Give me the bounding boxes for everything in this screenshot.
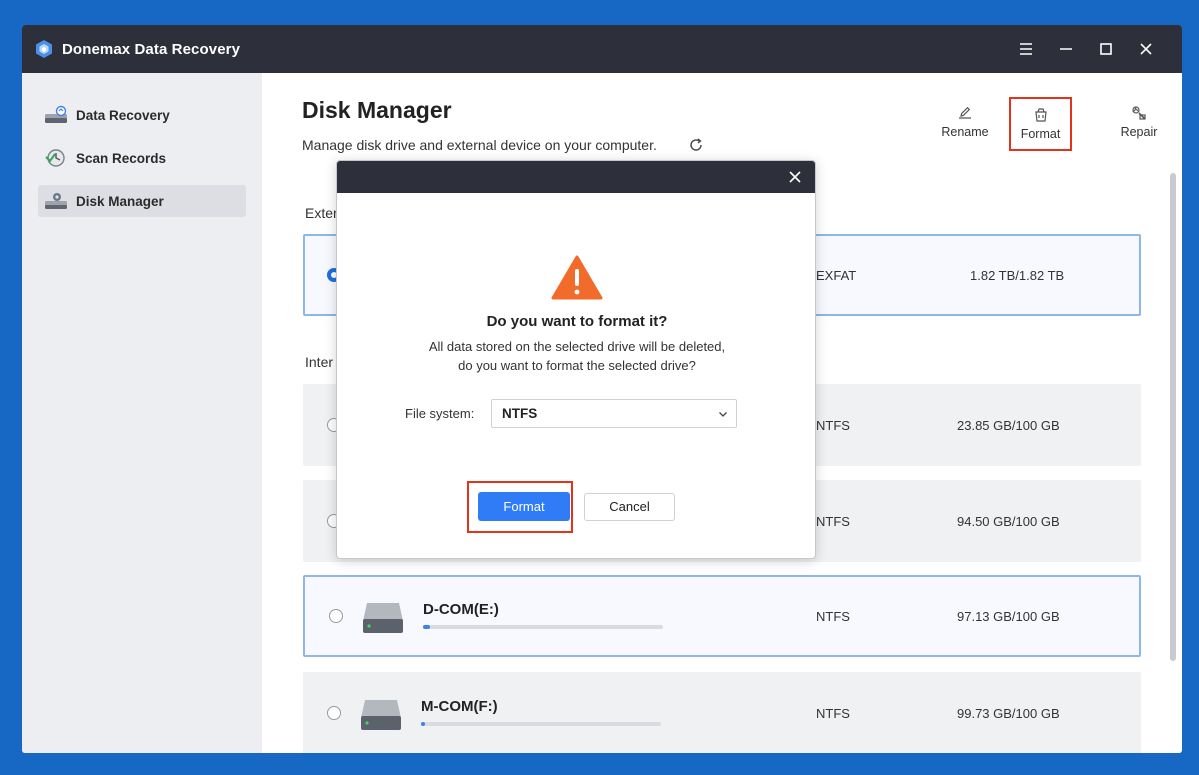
external-section-label: Exter — [305, 205, 338, 221]
sidebar-item-disk-manager[interactable]: Disk Manager — [38, 185, 246, 217]
format-dialog: Do you want to format it? All data store… — [336, 160, 816, 559]
close-window-icon[interactable] — [1136, 39, 1156, 59]
drive-usage-fill — [423, 625, 431, 629]
drive-capacity: 97.13 GB/100 GB — [957, 609, 1060, 624]
warning-icon — [551, 255, 603, 300]
sidebar-item-label: Data Recovery — [76, 108, 170, 123]
drive-capacity: 23.85 GB/100 GB — [957, 418, 1060, 433]
cancel-button[interactable]: Cancel — [584, 493, 675, 521]
refresh-icon[interactable] — [688, 137, 704, 153]
format-label: Format — [1020, 127, 1061, 141]
internal-section-label: Inter — [305, 354, 334, 370]
drive-usage-fill — [421, 722, 425, 726]
minimize-icon[interactable] — [1056, 39, 1076, 59]
sidebar-item-data-recovery[interactable]: Data Recovery — [38, 99, 246, 131]
drive-capacity: 1.82 TB/1.82 TB — [970, 268, 1065, 283]
rename-button[interactable]: Rename — [940, 97, 990, 151]
format-button[interactable]: Format — [478, 492, 570, 521]
repair-label: Repair — [1120, 125, 1158, 139]
sidebar: Data Recovery Scan Records Disk Manager — [22, 73, 262, 753]
vertical-scrollbar[interactable] — [1170, 173, 1176, 661]
sidebar-item-scan-records[interactable]: Scan Records — [38, 142, 246, 174]
page-title: Disk Manager — [302, 97, 452, 123]
maximize-icon[interactable] — [1096, 39, 1116, 59]
dialog-message: All data stored on the selected drive wi… — [337, 337, 815, 375]
app-title: Donemax Data Recovery — [62, 41, 241, 58]
drive-radio[interactable] — [329, 609, 343, 623]
dialog-message-line: do you want to format the selected drive… — [458, 358, 696, 373]
scan-records-icon — [45, 149, 65, 167]
repair-icon — [1132, 106, 1146, 120]
disk-manager-icon — [45, 193, 67, 209]
hard-drive-icon — [361, 700, 401, 730]
format-icon — [1034, 108, 1047, 122]
drive-name: M-COM(F:) — [421, 698, 498, 715]
drive-radio[interactable] — [327, 706, 341, 720]
rename-label: Rename — [941, 125, 989, 139]
close-icon[interactable] — [787, 169, 803, 185]
chevron-down-icon — [719, 412, 727, 417]
drive-recovery-icon — [45, 105, 67, 123]
file-system-select[interactable]: NTFS — [491, 399, 737, 428]
rename-icon — [959, 106, 971, 119]
drive-usage-bar — [423, 625, 663, 629]
page-subtitle: Manage disk drive and external device on… — [302, 137, 657, 153]
drive-file-system: NTFS — [816, 418, 850, 433]
app-logo-icon — [36, 40, 52, 58]
drive-file-system: EXFAT — [816, 268, 857, 283]
dialog-message-line: All data stored on the selected drive wi… — [428, 339, 726, 354]
hard-drive-icon — [363, 603, 403, 633]
drive-file-system: NTFS — [816, 514, 850, 529]
drive-row[interactable]: M-COM(F:) NTFS 99.73 GB/100 GB — [303, 672, 1141, 753]
repair-button[interactable]: Repair — [1114, 97, 1164, 151]
format-toolbar-button[interactable]: Format — [1009, 97, 1072, 151]
drive-name: D-COM(E:) — [423, 601, 499, 618]
sidebar-item-label: Scan Records — [76, 151, 167, 166]
menu-icon[interactable] — [1016, 39, 1036, 59]
drive-file-system: NTFS — [816, 609, 850, 624]
drive-row[interactable]: D-COM(E:) NTFS 97.13 GB/100 GB — [303, 575, 1141, 657]
file-system-label: File system: — [405, 406, 475, 421]
dialog-question: Do you want to format it? — [486, 313, 668, 330]
sidebar-item-label: Disk Manager — [76, 194, 164, 209]
title-bar: Donemax Data Recovery — [22, 25, 1182, 73]
drive-usage-bar — [421, 722, 661, 726]
drive-file-system: NTFS — [816, 706, 850, 721]
dialog-header — [337, 161, 815, 193]
drive-capacity: 94.50 GB/100 GB — [957, 514, 1060, 529]
drive-capacity: 99.73 GB/100 GB — [957, 706, 1060, 721]
file-system-value: NTFS — [502, 406, 538, 421]
